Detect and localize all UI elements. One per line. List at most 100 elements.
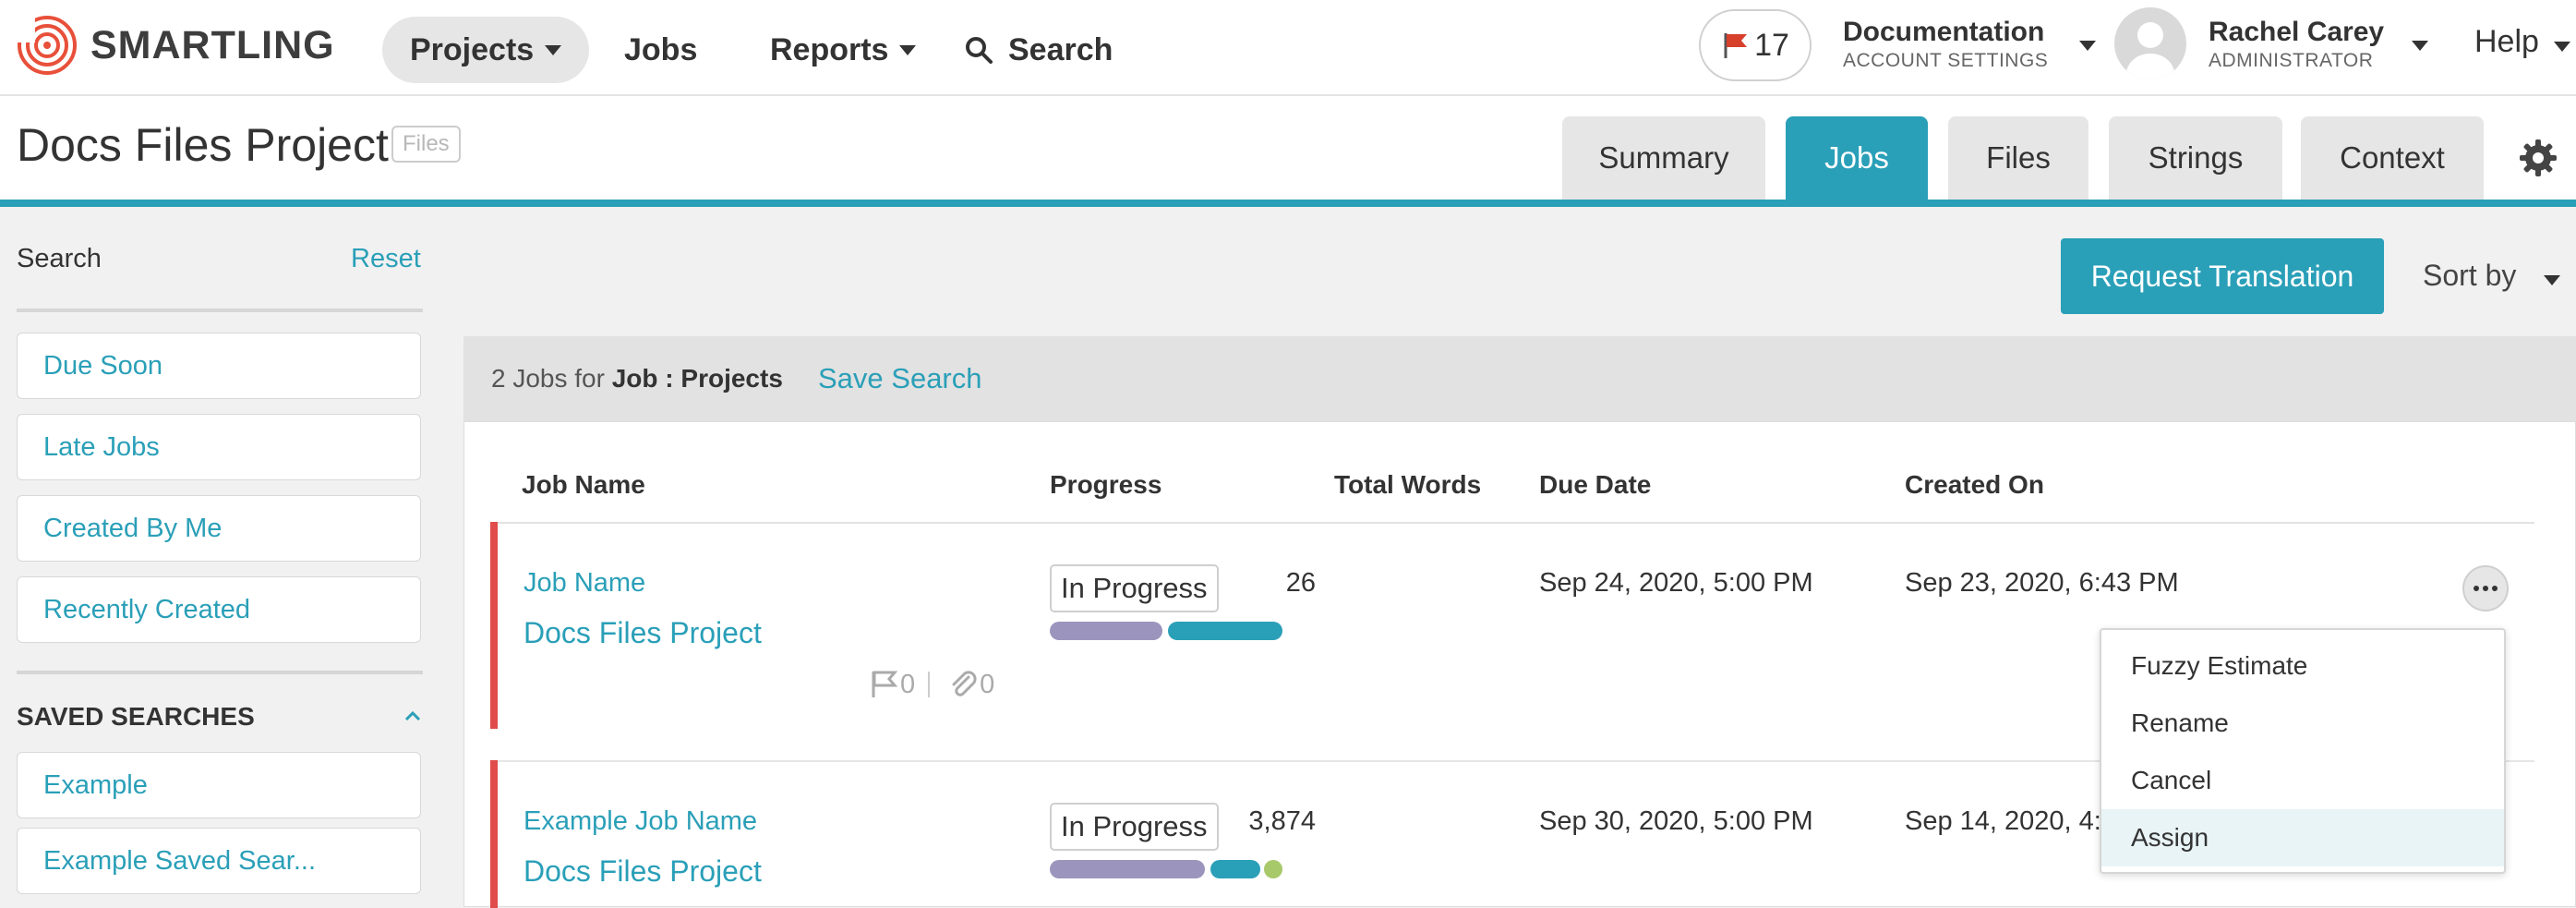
- ellipsis-icon: [2474, 586, 2479, 591]
- top-navigation-bar: SMARTLING Projects Jobs Reports Search 1…: [0, 0, 2576, 96]
- row-status-indicator: [490, 760, 498, 908]
- nav-projects-label: Projects: [410, 31, 535, 67]
- chevron-down-icon: [545, 44, 562, 55]
- divider: [490, 522, 2534, 524]
- job-name-link[interactable]: Example Job Name: [524, 806, 757, 837]
- tab-label: Strings: [2148, 140, 2244, 175]
- sidebar-search-label: Search: [17, 244, 102, 273]
- saved-search-item[interactable]: Example Saved Sear...: [17, 828, 421, 894]
- tab-context[interactable]: Context: [2301, 116, 2484, 200]
- chevron-down-icon[interactable]: [2079, 41, 2096, 51]
- column-header-progress[interactable]: Progress: [1050, 470, 1162, 500]
- progress-segment: [1264, 860, 1282, 878]
- column-header-total-words[interactable]: Total Words: [1334, 470, 1481, 500]
- ellipsis-dot: [2483, 586, 2488, 591]
- tab-strings[interactable]: Strings: [2109, 116, 2282, 200]
- menu-item-cancel[interactable]: Cancel: [2101, 752, 2504, 809]
- menu-item-assign[interactable]: Assign: [2101, 809, 2504, 866]
- sidebar-filter-created-by-me[interactable]: Created By Me: [17, 495, 421, 562]
- column-header-created-on[interactable]: Created On: [1905, 470, 2044, 500]
- divider: [928, 672, 931, 697]
- results-filter-value: Projects: [680, 364, 783, 393]
- issues-count: 17: [1754, 27, 1789, 63]
- chevron-down-icon[interactable]: [2412, 41, 2428, 51]
- total-words: 26: [1285, 568, 1316, 598]
- save-search-link[interactable]: Save Search: [818, 362, 982, 395]
- chevron-down-icon: [899, 44, 917, 55]
- sidebar-filter-due-soon[interactable]: Due Soon: [17, 333, 421, 399]
- due-date: Sep 24, 2020, 5:00 PM: [1539, 568, 1813, 598]
- tab-label: Context: [2340, 140, 2445, 175]
- tab-label: Summary: [1598, 140, 1729, 175]
- chevron-down-icon: [2553, 42, 2570, 52]
- tab-files[interactable]: Files: [1948, 116, 2088, 200]
- reset-link[interactable]: Reset: [351, 244, 421, 274]
- account-name: Documentation: [1843, 17, 2045, 47]
- nav-jobs[interactable]: Jobs: [624, 17, 697, 83]
- user-icon: [2126, 22, 2174, 79]
- column-header-due-date[interactable]: Due Date: [1539, 470, 1651, 500]
- menu-item-fuzzy-estimate[interactable]: Fuzzy Estimate: [2101, 637, 2504, 695]
- help-menu[interactable]: Help: [2474, 24, 2570, 60]
- created-on: Sep 23, 2020, 6:43 PM: [1905, 568, 2179, 598]
- results-filter-key: Job: [611, 364, 658, 393]
- flag-icon: [1724, 33, 1748, 58]
- tab-jobs[interactable]: Jobs: [1786, 116, 1928, 200]
- page-title: Docs Files Project: [17, 119, 389, 171]
- help-label: Help: [2474, 24, 2539, 59]
- divider: [17, 309, 423, 312]
- user-role: ADMINISTRATOR: [2209, 50, 2374, 71]
- smartling-logo[interactable]: SMARTLING: [17, 13, 335, 78]
- user-menu[interactable]: Rachel Carey ADMINISTRATOR: [2209, 17, 2384, 72]
- progress-segment: [1210, 860, 1260, 878]
- chevron-down-icon: [2544, 275, 2561, 285]
- avatar[interactable]: [2114, 7, 2186, 79]
- project-type-badge: Files: [391, 126, 461, 163]
- user-name: Rachel Carey: [2209, 17, 2385, 47]
- nav-reports[interactable]: Reports: [770, 17, 917, 83]
- smartling-logo-icon: [17, 15, 77, 75]
- chevron-up-icon[interactable]: [403, 706, 423, 726]
- nav-search[interactable]: Search: [964, 17, 1113, 83]
- search-icon: [966, 37, 993, 64]
- nav-projects[interactable]: Projects: [382, 17, 590, 83]
- nav-reports-label: Reports: [770, 31, 889, 67]
- sidebar-filter-recently-created[interactable]: Recently Created: [17, 576, 421, 643]
- divider: [17, 671, 423, 674]
- attachments-count: 0: [980, 669, 995, 699]
- account-switcher[interactable]: Documentation ACCOUNT SETTINGS: [1843, 17, 2048, 72]
- due-date: Sep 30, 2020, 5:00 PM: [1539, 806, 1813, 836]
- account-subtitle: ACCOUNT SETTINGS: [1843, 50, 2049, 71]
- tab-summary[interactable]: Summary: [1562, 116, 1765, 200]
- progress-segment: [1050, 860, 1205, 878]
- results-count: 2 Jobs for Job : Projects: [491, 364, 783, 393]
- tab-label: Jobs: [1824, 140, 1889, 175]
- issues-notification-button[interactable]: 17: [1699, 9, 1812, 81]
- progress-segment: [1050, 622, 1162, 640]
- nav-search-label: Search: [1008, 31, 1113, 67]
- paperclip-icon: [952, 671, 977, 696]
- gear-icon[interactable]: [2519, 139, 2558, 177]
- row-status-indicator: [490, 522, 498, 729]
- project-header: Docs Files Project Files Summary Jobs Fi…: [0, 96, 2576, 207]
- project-link[interactable]: Docs Files Project: [524, 854, 762, 889]
- job-actions-menu: Fuzzy Estimate Rename Cancel Assign: [2100, 628, 2506, 874]
- column-header-job-name[interactable]: Job Name: [522, 470, 645, 500]
- saved-searches-heading: SAVED SEARCHES: [17, 702, 255, 731]
- total-words: 3,874: [1248, 806, 1316, 836]
- job-name-link[interactable]: Job Name: [524, 568, 645, 599]
- tab-label: Files: [1986, 140, 2051, 175]
- sidebar-filter-late-jobs[interactable]: Late Jobs: [17, 414, 421, 480]
- nav-jobs-label: Jobs: [624, 31, 698, 67]
- project-link[interactable]: Docs Files Project: [524, 616, 762, 650]
- ellipsis-dot: [2492, 586, 2498, 591]
- request-translation-button[interactable]: Request Translation: [2061, 238, 2384, 314]
- saved-search-item[interactable]: Example: [17, 752, 421, 818]
- more-actions-button[interactable]: [2462, 565, 2509, 611]
- issues-count: 0: [900, 669, 916, 699]
- progress-segment: [1168, 622, 1282, 640]
- sort-by-label: Sort by: [2423, 259, 2517, 292]
- menu-item-rename[interactable]: Rename: [2101, 695, 2504, 752]
- flag-outline-icon: [872, 671, 898, 697]
- sort-by-dropdown[interactable]: Sort by: [2423, 259, 2561, 293]
